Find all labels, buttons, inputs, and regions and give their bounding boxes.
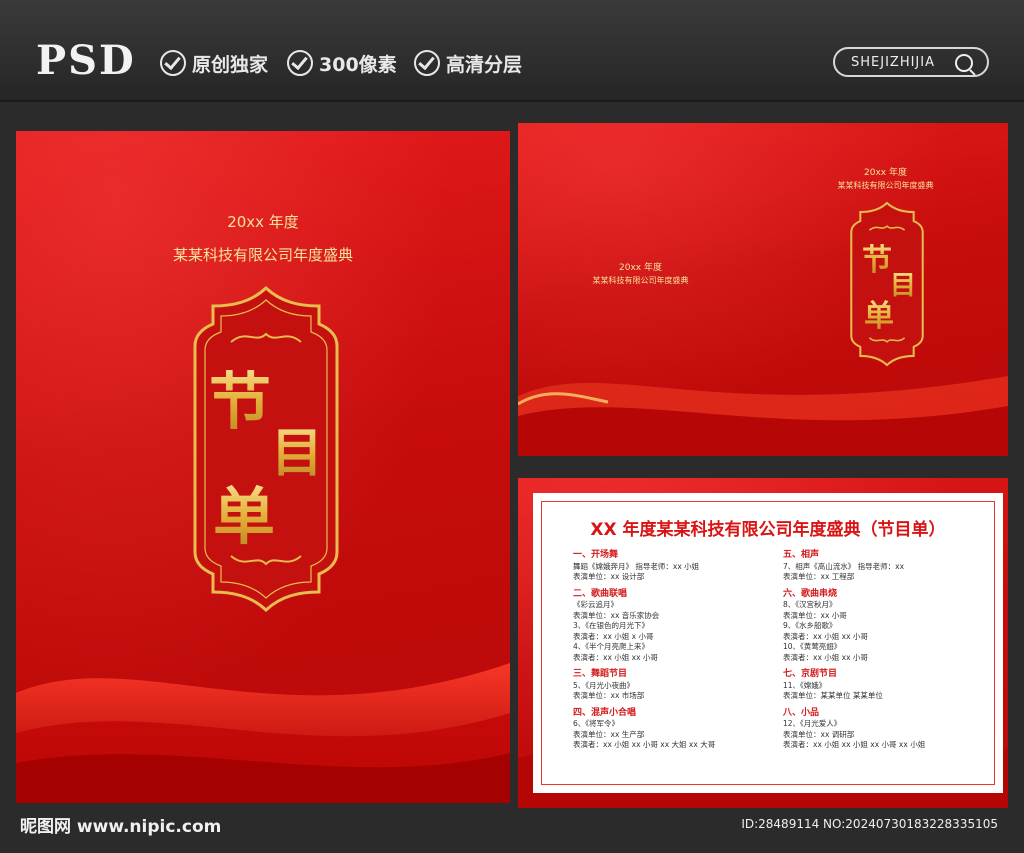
program-sheet: XX 年度某某科技有限公司年度盛典（节目单） 一、开场舞 舞蹈《嫦娥奔月》 指导老… xyxy=(533,493,1003,793)
feature-original: 原创独家 xyxy=(160,48,268,78)
spread-title-char-dan: 单 xyxy=(864,291,894,335)
program-line: 表演者：xx 小姐 x 小哥 xyxy=(573,631,654,641)
program-line: 6、《将军令》 xyxy=(573,719,620,728)
program-section-heading: 五、相声 xyxy=(783,550,820,560)
program-line: 表演单位：xx 小哥 xyxy=(783,610,847,620)
program-section-heading: 四、混声小合唱 xyxy=(573,707,637,718)
program-line: 9、《水乡船歌》 xyxy=(783,621,837,630)
ribbon-wave xyxy=(16,663,510,803)
site-watermark: 昵图网 www.nipic.com xyxy=(20,817,222,837)
program-line: 3、《在银色的月光下》 xyxy=(573,621,650,630)
cover-mockup: 20xx 年度 某某科技有限公司年度盛典 节 目 单 xyxy=(16,131,510,803)
title-char-dan: 单 xyxy=(213,466,275,556)
program-line: 表演单位：xx 音乐家协会 xyxy=(573,610,660,620)
program-line: 表演者：xx 小姐 xx 小哥 xx 大姐 xx 大哥 xyxy=(573,740,716,749)
program-line: 表演者：xx 小姐 xx 小哥 xyxy=(573,652,658,662)
program-right-column: 五、相声 7、相声《高山流水》 指导老师：xx 表演单位：xx 工程部 六、歌曲串烧 8… xyxy=(783,550,983,751)
program-section-heading: 三、舞蹈节目 xyxy=(573,669,628,679)
program-line: 表演者：xx 小姐 xx 小哥 xyxy=(783,652,868,662)
program-left-column: 一、开场舞 舞蹈《嫦娥奔月》 指导老师：xx 小姐 表演单位：xx 设计部 二、歌曲联… xyxy=(573,550,773,751)
ribbon-wave xyxy=(518,376,1008,456)
program-line: 8、《汉宫秋月》 xyxy=(783,600,837,609)
program-line: 表演单位：xx 调研部 xyxy=(783,729,855,739)
program-section-heading: 八、小品 xyxy=(783,707,820,718)
spread-left-event: 某某科技有限公司年度盛典 xyxy=(592,276,689,285)
feature-layers: 高清分层 xyxy=(414,48,522,78)
program-line: 7、相声《高山流水》 指导老师：xx xyxy=(783,561,905,571)
program-line: 表演单位：xx 工程部 xyxy=(783,572,855,581)
program-section-heading: 一、开场舞 xyxy=(573,550,619,560)
program-line: 《彩云追月》 xyxy=(573,600,618,609)
program-line: 舞蹈《嫦娥奔月》 指导老师：xx 小姐 xyxy=(573,561,700,571)
image-id: ID:28489114 NO:20240730183228335105 xyxy=(741,817,998,831)
check-icon xyxy=(287,50,313,76)
check-icon xyxy=(160,50,186,76)
program-line: 表演者：xx 小姐 xx 小姐 xx 小哥 xx 小姐 xyxy=(783,740,926,749)
program-line: 表演单位：某某单位 某某单位 xyxy=(783,691,883,700)
spread-right-event: 某某科技有限公司年度盛典 xyxy=(837,181,934,190)
program-section-heading: 六、歌曲串烧 xyxy=(783,588,838,599)
cover-year: 20xx 年度 xyxy=(227,213,299,231)
feature-resolution: 300像素 xyxy=(287,48,397,78)
spread-title-char-jie: 节 xyxy=(862,235,892,279)
program-line: 表演单位：xx 设计部 xyxy=(573,572,645,581)
title-char-mu: 目 xyxy=(271,411,323,486)
magnifier-icon xyxy=(955,54,973,72)
spread-left-year: 20xx 年度 xyxy=(619,263,662,273)
program-line: 10、《黄莺亮翅》 xyxy=(783,642,842,651)
program-line: 表演单位：xx 生产部 xyxy=(573,729,645,739)
psd-badge: PSD xyxy=(36,37,136,84)
program-line: 12、《月光爱人》 xyxy=(783,719,842,728)
check-icon xyxy=(414,50,440,76)
program-line: 4、《半个月亮爬上来》 xyxy=(573,642,650,651)
program-line: 表演者：xx 小姐 xx 小哥 xyxy=(783,631,868,641)
program-section-heading: 七、京剧节目 xyxy=(783,669,838,679)
program-section-heading: 二、歌曲联唱 xyxy=(573,588,628,599)
program-line: 表演单位：xx 市场部 xyxy=(573,691,645,700)
spread-mockup: 20xx 年度 某某科技有限公司年度盛典 20xx 年度 某某科技有限公司年度盛… xyxy=(518,123,1008,456)
search-label: SHEJIZHIJIA xyxy=(851,54,935,70)
search-button[interactable]: SHEJIZHIJIA xyxy=(833,47,989,77)
program-line: 11、《嫦娥》 xyxy=(783,680,827,690)
spread-right-year: 20xx 年度 xyxy=(864,168,907,178)
top-banner: PSD 原创独家 300像素 高清分层 SHEJIZHIJIA xyxy=(0,0,1024,102)
cover-event: 某某科技有限公司年度盛典 xyxy=(172,246,353,264)
program-line: 5、《月光小夜曲》 xyxy=(573,680,635,690)
program-title: XX 年度某某科技有限公司年度盛典（节目单） xyxy=(590,520,946,540)
title-char-jie: 节 xyxy=(209,351,271,441)
